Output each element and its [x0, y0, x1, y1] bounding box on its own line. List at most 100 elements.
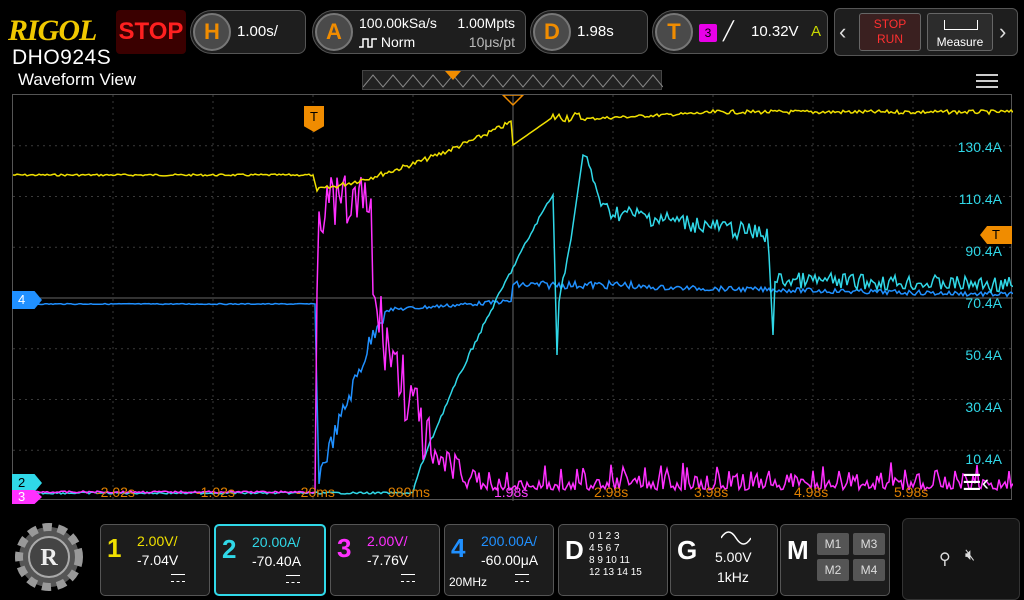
- ch4-scale: 200.00A/: [481, 533, 538, 549]
- amp-label: 90.4A: [965, 243, 1002, 259]
- run-label: RUN: [877, 32, 903, 46]
- quick-controls: ‹ STOP RUN Measure ›: [834, 8, 1018, 56]
- ch2-offset: -70.40A: [252, 553, 302, 569]
- ch1-scale: 2.00V/: [137, 533, 178, 549]
- ch3-box[interactable]: 3 2.00V/ -7.76V: [330, 524, 440, 596]
- acquire-mode-label: Norm: [380, 34, 416, 50]
- rigol-logo: RIGOL: [8, 14, 97, 47]
- ch4-box[interactable]: 4 200.00A/ -60.00μA 20MHz: [444, 524, 554, 596]
- expand-panel-icon[interactable]: ☰‹: [962, 470, 989, 496]
- amp-label: 110.4A: [958, 191, 1002, 207]
- time-resolution: 10μs/pt: [468, 34, 515, 50]
- math-m1-button[interactable]: M1: [817, 533, 849, 555]
- menu-icon[interactable]: [976, 74, 998, 88]
- amp-label: 70.4A: [965, 295, 1002, 311]
- ch2-number: 2: [222, 534, 237, 564]
- trigger-level: 10.32V: [751, 23, 799, 40]
- acquire-panel[interactable]: A 100.00kSa/s Norm 1.00Mpts 10μs/pt: [312, 10, 526, 54]
- time-label: 980ms: [388, 484, 431, 500]
- model-name: DHO924S: [12, 46, 112, 69]
- generator-amplitude: 5.00V: [715, 549, 752, 565]
- time-label: 5.98s: [894, 484, 929, 500]
- trigger-icon: T: [655, 13, 693, 51]
- generator-label: G: [677, 535, 698, 565]
- amp-label: 130.4A: [957, 139, 1002, 155]
- digital-box[interactable]: D 0 1 2 3 4 5 6 7 8 9 10 11 12 13 14 15: [558, 524, 668, 596]
- timebase-value: 1.00s/: [237, 23, 278, 40]
- delay-icon: D: [533, 13, 571, 51]
- delay-panel[interactable]: D 1.98s: [530, 10, 648, 54]
- bottom-channel-bar: R 1 2.00V/ -7.04V 2 20.00A/ -70.40A 3 2.…: [0, 510, 1024, 600]
- generator-frequency: 1kHz: [717, 569, 749, 585]
- ch1-box[interactable]: 1 2.00V/ -7.04V: [100, 524, 210, 596]
- digital-row: 4 5 6 7: [589, 543, 620, 554]
- waveform-overview[interactable]: [362, 70, 663, 90]
- stop-run-button[interactable]: STOP RUN: [859, 13, 921, 51]
- home-gear-icon[interactable]: R: [10, 518, 88, 596]
- center-axes: [13, 95, 1013, 501]
- sample-rate: 100.00kSa/s: [359, 15, 437, 31]
- waveform-grid[interactable]: [12, 94, 1013, 501]
- time-label: 1.98s: [494, 484, 529, 500]
- time-label: 4.98s: [794, 484, 829, 500]
- ch4-offset: -60.00μA: [481, 552, 539, 568]
- digital-row: 8 9 10 11: [589, 555, 630, 566]
- math-m2-button[interactable]: M2: [817, 559, 849, 581]
- horizontal-panel[interactable]: H 1.00s/: [190, 10, 306, 54]
- math-m4-button[interactable]: M4: [853, 559, 885, 581]
- memory-depth: 1.00Mpts: [457, 15, 515, 31]
- measure-button[interactable]: Measure: [927, 13, 993, 51]
- pulse-icon: [359, 38, 377, 49]
- time-label: 2.98s: [594, 484, 629, 500]
- digital-row: 12 13 14 15: [589, 567, 642, 578]
- ch1-number: 1: [107, 533, 122, 563]
- math-m3-button[interactable]: M3: [853, 533, 885, 555]
- ch4-bandwidth-limit: 20MHz: [449, 575, 488, 589]
- rising-edge-icon: ╱: [723, 21, 734, 41]
- math-label: M: [787, 535, 809, 565]
- speaker-muted-icon[interactable]: 🔇︎: [965, 547, 975, 565]
- amp-label: 50.4A: [965, 347, 1002, 363]
- system-status-box: ⚲ 🔇︎: [902, 518, 1020, 600]
- view-title: Waveform View: [18, 70, 137, 89]
- amp-label: 30.4A: [965, 399, 1002, 415]
- dc-coupling-icon: [515, 574, 529, 582]
- stop-label: STOP: [873, 17, 907, 31]
- ch3-offset: -7.76V: [367, 552, 409, 568]
- ch1-offset: -7.04V: [137, 552, 179, 568]
- trigger-source-badge: 3: [699, 24, 717, 42]
- ruler-icon: [944, 20, 978, 30]
- sine-wave-icon: [721, 531, 751, 545]
- run-state-indicator[interactable]: STOP: [116, 10, 186, 54]
- math-box[interactable]: M M1 M3 M2 M4: [780, 524, 890, 596]
- waveform-plot: [13, 95, 1013, 501]
- digital-row: 0 1 2 3: [589, 531, 620, 542]
- time-label: -20ms: [296, 484, 335, 500]
- svg-text:R: R: [40, 545, 58, 571]
- dc-coupling-icon: [171, 574, 185, 582]
- digital-channel-grid: 0 1 2 3 4 5 6 7 8 9 10 11 12 13 14 15: [589, 531, 642, 579]
- generator-box[interactable]: G 5.00V 1kHz: [670, 524, 778, 596]
- ch2-box[interactable]: 2 20.00A/ -70.40A: [214, 524, 326, 596]
- time-label: 3.98s: [694, 484, 729, 500]
- digital-label: D: [565, 535, 584, 565]
- amp-label: 10.4A: [965, 451, 1002, 467]
- dc-coupling-icon: [401, 574, 415, 582]
- usb-icon[interactable]: ⚲: [939, 549, 951, 569]
- acquire-mode: Norm: [359, 34, 415, 50]
- delay-value: 1.98s: [577, 23, 614, 40]
- ch4-number: 4: [451, 533, 466, 563]
- ch3-number: 3: [337, 533, 352, 563]
- trigger-panel[interactable]: T 3 ╱ 10.32V A: [652, 10, 828, 54]
- ch2-scale: 20.00A/: [252, 534, 301, 550]
- top-status-bar: RIGOL STOP DHO924S H 1.00s/ A 100.00kSa/…: [0, 0, 1024, 69]
- time-label: -2.02s: [96, 484, 135, 500]
- chevron-left-icon[interactable]: ‹: [839, 19, 846, 45]
- dc-coupling-icon: [286, 575, 300, 583]
- trigger-sweep: A: [810, 23, 821, 40]
- measure-label: Measure: [936, 35, 984, 49]
- ch3-scale: 2.00V/: [367, 533, 408, 549]
- chevron-right-icon[interactable]: ›: [999, 19, 1006, 45]
- overview-waveform: [363, 71, 663, 88]
- time-label: -1.02s: [196, 484, 235, 500]
